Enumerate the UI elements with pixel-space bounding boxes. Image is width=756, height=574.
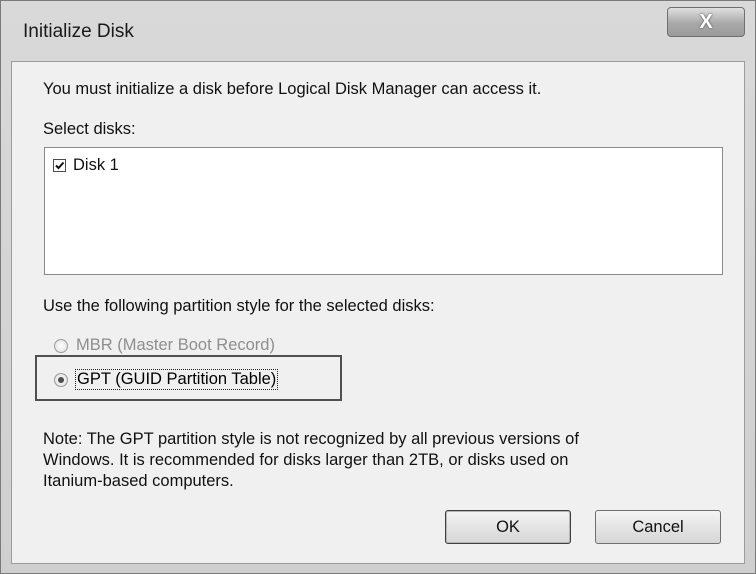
ok-button[interactable]: OK [445, 510, 571, 544]
disk-1-checkbox[interactable] [53, 159, 66, 172]
title-bar[interactable]: Initialize Disk X [1, 1, 755, 61]
close-button[interactable]: X [667, 7, 745, 37]
intro-text: You must initialize a disk before Logica… [43, 80, 542, 98]
select-disks-label: Select disks: [43, 120, 136, 138]
close-icon: X [699, 10, 713, 33]
note-line-3: Itanium-based computers. [43, 472, 234, 490]
list-item-disk-1[interactable]: Disk 1 [53, 156, 119, 175]
partition-style-label: Use the following partition style for th… [43, 297, 435, 315]
mbr-radio[interactable] [54, 338, 68, 353]
mbr-option[interactable]: MBR (Master Boot Record) [54, 336, 275, 355]
gpt-radio[interactable] [54, 372, 68, 387]
gpt-label: GPT (GUID Partition Table) [74, 369, 279, 390]
note-line-2: Windows. It is recommended for disks lar… [43, 451, 569, 469]
dialog-title: Initialize Disk [23, 21, 134, 42]
gpt-option[interactable]: GPT (GUID Partition Table) [54, 369, 279, 390]
disk-list[interactable]: Disk 1 [44, 147, 723, 275]
cancel-button[interactable]: Cancel [595, 510, 721, 544]
dialog-body: You must initialize a disk before Logica… [11, 61, 745, 564]
note-line-1: Note: The GPT partition style is not rec… [43, 430, 579, 448]
disk-1-label: Disk 1 [73, 156, 119, 174]
mbr-label: MBR (Master Boot Record) [76, 336, 275, 354]
checkmark-icon [55, 161, 65, 170]
initialize-disk-dialog: Initialize Disk X You must initialize a … [0, 0, 756, 574]
